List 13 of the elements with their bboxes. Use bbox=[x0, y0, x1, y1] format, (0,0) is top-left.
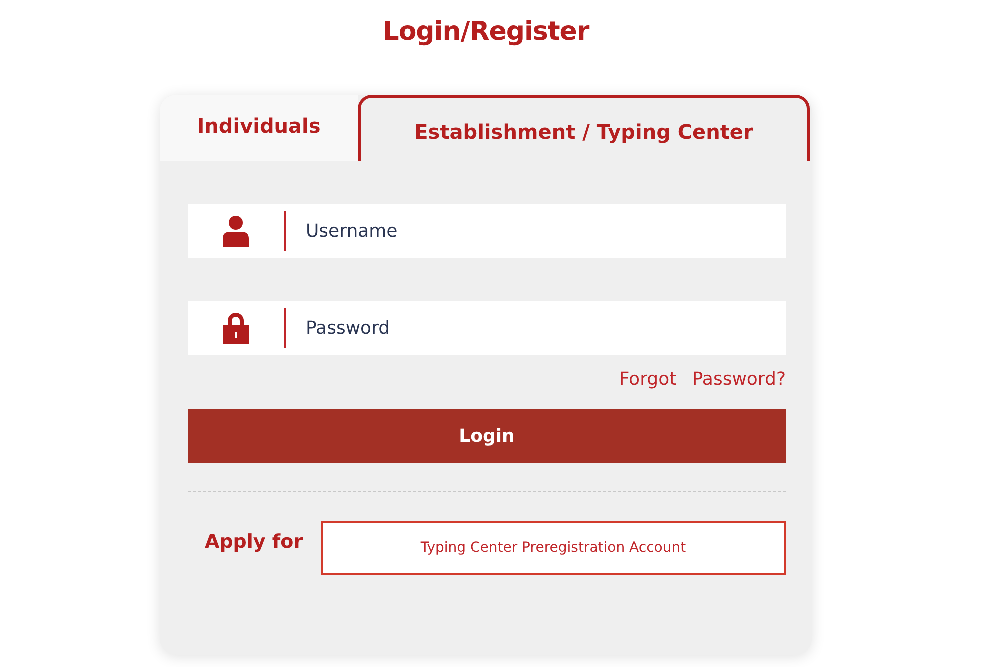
username-field[interactable]: Username bbox=[188, 204, 786, 258]
password-input[interactable]: Password bbox=[304, 316, 786, 340]
tab[interactable]: Establishment / Typing Center bbox=[358, 95, 810, 161]
preregistration-button[interactable]: Typing Center Preregistration Account bbox=[320, 521, 786, 575]
forgot-password-link[interactable]: Forgot Password? bbox=[619, 369, 786, 390]
page-title: Login/Register bbox=[382, 16, 590, 49]
password-field[interactable]: Password bbox=[188, 301, 786, 355]
username-input[interactable]: Username bbox=[304, 220, 786, 242]
lock-icon bbox=[222, 312, 250, 344]
tab[interactable]: Individuals bbox=[160, 95, 358, 161]
apply-label: Apply for bbox=[204, 531, 304, 553]
user-icon bbox=[222, 215, 250, 247]
login-button[interactable]: Login bbox=[188, 409, 786, 463]
